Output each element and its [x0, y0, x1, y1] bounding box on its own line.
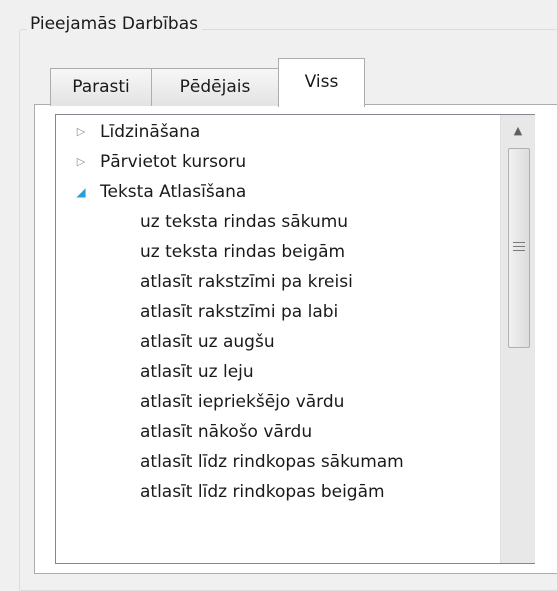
tree-item[interactable]: uz teksta rindas beigām — [140, 237, 345, 267]
tree-item[interactable]: atlasīt līdz rindkopas beigām — [140, 477, 385, 507]
tree-category-label: Teksta Atlasīšana — [100, 182, 247, 202]
tree-item[interactable]: atlasīt rakstzīmi pa kreisi — [140, 267, 353, 297]
expand-triangle-icon[interactable]: ▷ — [74, 117, 88, 147]
tree-item[interactable]: atlasīt iepriekšējo vārdu — [140, 387, 344, 417]
tree-category-teksta-atlasisana[interactable]: ◢ Teksta Atlasīšana — [56, 177, 496, 207]
tree-item[interactable]: atlasīt uz augšu — [140, 327, 275, 357]
tree-category-lidzinasana[interactable]: ▷ Līdzināšana — [56, 117, 496, 147]
tab-viss[interactable]: Viss — [278, 58, 365, 107]
vertical-scrollbar[interactable]: ▲ — [500, 115, 535, 563]
tree-item[interactable]: uz teksta rindas sākumu — [140, 207, 348, 237]
tree-category-parvietot-kursoru[interactable]: ▷ Pārvietot kursoru — [56, 147, 496, 177]
tree-item[interactable]: atlasīt rakstzīmi pa labi — [140, 297, 338, 327]
tree-item[interactable]: atlasīt nākošo vārdu — [140, 417, 312, 447]
scroll-grip-icon — [513, 242, 525, 252]
scroll-up-arrow-icon[interactable]: ▲ — [501, 115, 535, 145]
scroll-thumb[interactable] — [508, 148, 530, 348]
expand-triangle-icon[interactable]: ▷ — [74, 147, 88, 177]
collapse-triangle-icon[interactable]: ◢ — [74, 177, 88, 207]
tree-category-label: Pārvietot kursoru — [100, 152, 247, 172]
actions-tree[interactable]: ▷ Līdzināšana ▷ Pārvietot kursoru ◢ Teks… — [55, 114, 535, 564]
tab-parasti[interactable]: Parasti — [50, 68, 152, 106]
tree-item[interactable]: atlasīt uz leju — [140, 357, 254, 387]
tree-item[interactable]: atlasīt līdz rindkopas sākumam — [140, 447, 404, 477]
group-title: Pieejamās Darbības — [27, 13, 202, 35]
tree-category-label: Līdzināšana — [100, 122, 201, 142]
tab-pedejais[interactable]: Pēdējais — [151, 68, 279, 106]
